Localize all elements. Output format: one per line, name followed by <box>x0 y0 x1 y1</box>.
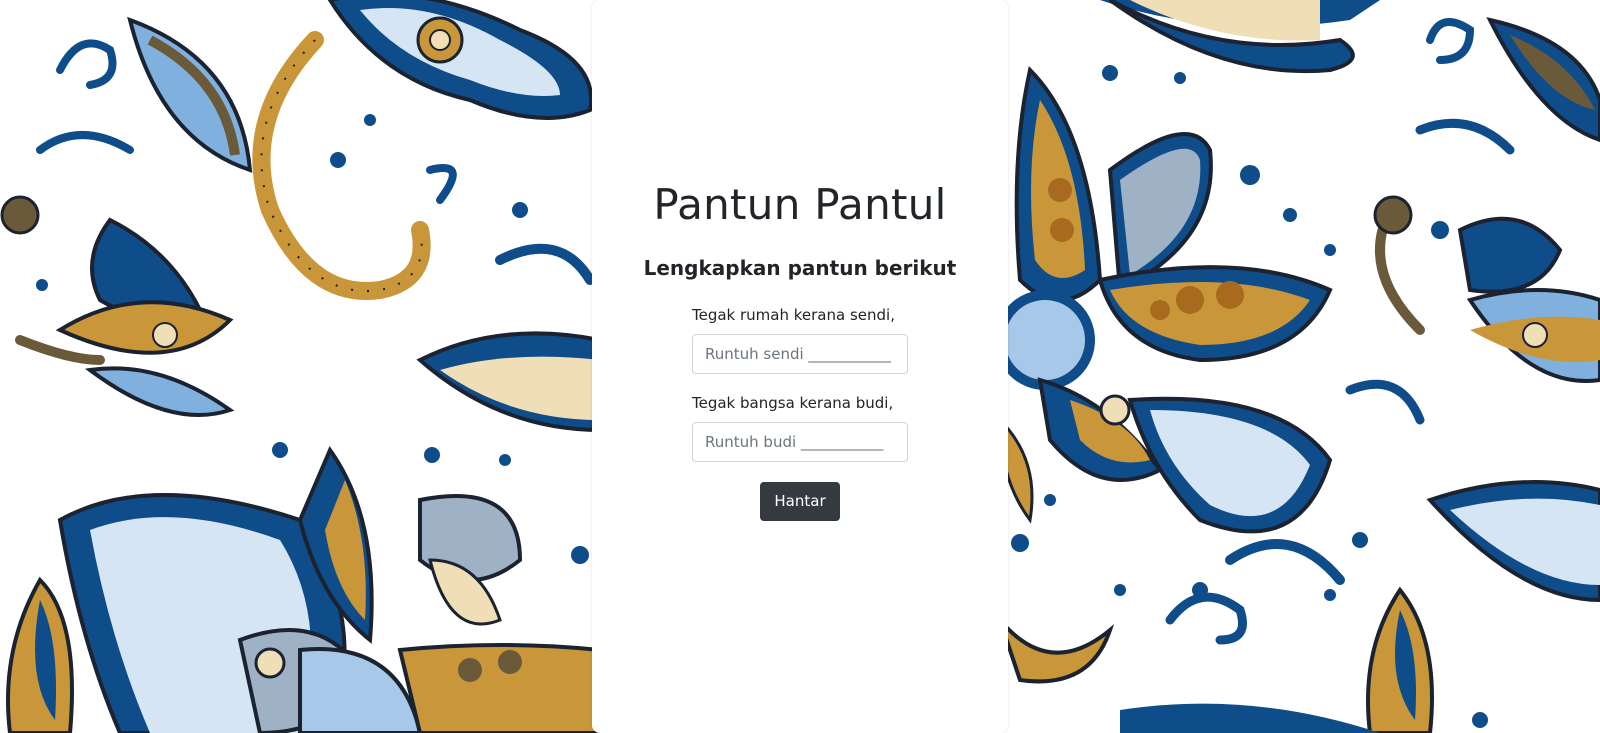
pantun-line-2-label: Tegak bangsa kerana budi, <box>692 394 894 412</box>
batik-background-left <box>0 0 600 733</box>
submit-wrapper: Hantar <box>592 482 1008 521</box>
batik-pattern-illustration <box>0 0 600 733</box>
page-title: Pantun Pantul <box>653 180 947 229</box>
pantun-card: Pantun Pantul Lengkapkan pantun berikut … <box>592 0 1008 733</box>
batik-background-right <box>1000 0 1600 733</box>
pantun-line-1-label: Tegak rumah kerana sendi, <box>692 306 895 324</box>
pantun-line-1-input[interactable] <box>692 334 908 374</box>
pantun-form: Tegak rumah kerana sendi, Tegak bangsa k… <box>692 306 908 482</box>
page-subtitle: Lengkapkan pantun berikut <box>643 256 957 280</box>
page: Pantun Pantul Lengkapkan pantun berikut … <box>0 0 1600 733</box>
batik-pattern-illustration <box>1000 0 1600 733</box>
submit-button[interactable]: Hantar <box>760 482 840 521</box>
pantun-line-2-input[interactable] <box>692 422 908 462</box>
